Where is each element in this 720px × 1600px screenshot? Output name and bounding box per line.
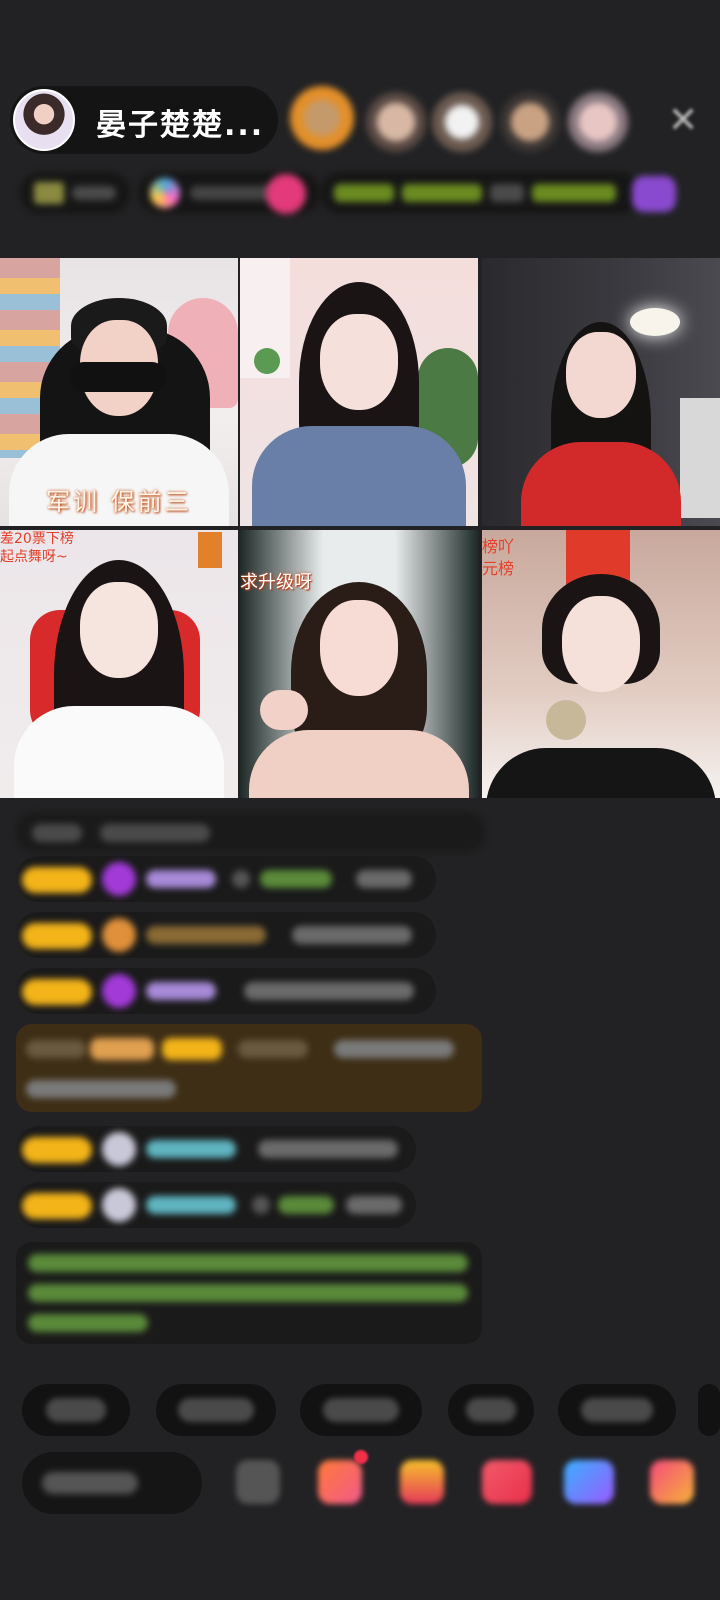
user-name[interactable] [146,1140,236,1158]
gift-icon[interactable] [400,1460,444,1504]
message-text [346,1196,402,1214]
heart-icon[interactable] [482,1460,532,1504]
badge-icon [102,918,136,952]
user-name[interactable] [146,1196,236,1214]
rank-pill[interactable] [20,172,130,214]
viewer-avatar-3[interactable] [432,92,492,152]
gift-box-icon[interactable] [650,1460,694,1504]
user-name[interactable] [146,982,216,1000]
user-name[interactable] [146,870,216,888]
more-icon[interactable] [236,1460,280,1504]
video-tile-1[interactable]: 军训 保前三 [0,258,238,526]
video-tile-4[interactable]: 差20票下榜 起点舞呀~ [0,530,238,798]
message-text [292,926,412,944]
message-text [356,870,412,888]
level-badge [22,923,92,949]
level-badge [22,1193,92,1219]
video-tile-5[interactable]: 求升级呀 [240,530,478,798]
gem-icon [102,862,136,896]
heart-icon[interactable] [266,174,306,214]
gem-icon [102,974,136,1008]
chat-message[interactable] [16,968,436,1014]
host-name: 晏子楚楚... [96,108,265,143]
tile-tag: 求升级呀 [240,572,312,593]
avatar [102,1132,136,1166]
chat-message[interactable] [16,1182,416,1228]
hourly-rank-pill[interactable] [320,172,640,214]
info-row [20,172,688,216]
chat-system-announcement [16,1242,482,1344]
viewer-avatar-2[interactable] [366,92,426,152]
level-badge [22,867,92,893]
viewer-avatar-1[interactable] [290,86,354,150]
viewer-avatar-5[interactable] [568,92,628,152]
message-text [244,982,414,1000]
message-text [258,1140,398,1158]
avatar [102,1188,136,1222]
close-icon[interactable]: ✕ [668,100,698,141]
quick-reply-chip[interactable] [558,1384,676,1436]
chat-message[interactable] [16,912,436,958]
quick-reply-chip[interactable] [300,1384,422,1436]
multi-host-video-grid: 军训 保前三 差20票下榜 起点舞呀~ 求升级呀 榜吖 元榜 [0,258,720,800]
gift-box-icon[interactable] [632,176,676,212]
viewer-avatar-4[interactable] [500,92,560,152]
host-info-pill[interactable]: 晏子楚楚... [10,86,278,154]
chat-input[interactable] [22,1452,202,1514]
chat-highlight-message[interactable] [16,1024,482,1112]
video-tile-6[interactable]: 榜吖 元榜 [482,530,720,798]
tile-tag: 差20票下榜 起点舞呀~ [0,531,74,565]
quick-reply-chip[interactable] [698,1384,720,1436]
game-icon[interactable] [318,1460,362,1504]
video-tile-3[interactable] [482,258,720,526]
quick-reply-chip[interactable] [22,1384,130,1436]
chat-message[interactable] [16,856,436,902]
quick-reply-chip[interactable] [448,1384,534,1436]
tile-tag: 榜吖 元榜 [482,537,515,578]
quick-reply-chip[interactable] [156,1384,276,1436]
user-name[interactable] [146,926,266,944]
chat-message[interactable] [16,1126,416,1172]
level-badge [22,979,92,1005]
video-tile-2[interactable] [240,258,478,526]
chat-system-notice [16,812,486,852]
tile-caption: 军训 保前三 [46,488,192,516]
level-badge [22,1137,92,1163]
host-avatar[interactable] [13,89,75,151]
notification-dot [354,1450,368,1464]
lightning-icon[interactable] [564,1460,614,1504]
